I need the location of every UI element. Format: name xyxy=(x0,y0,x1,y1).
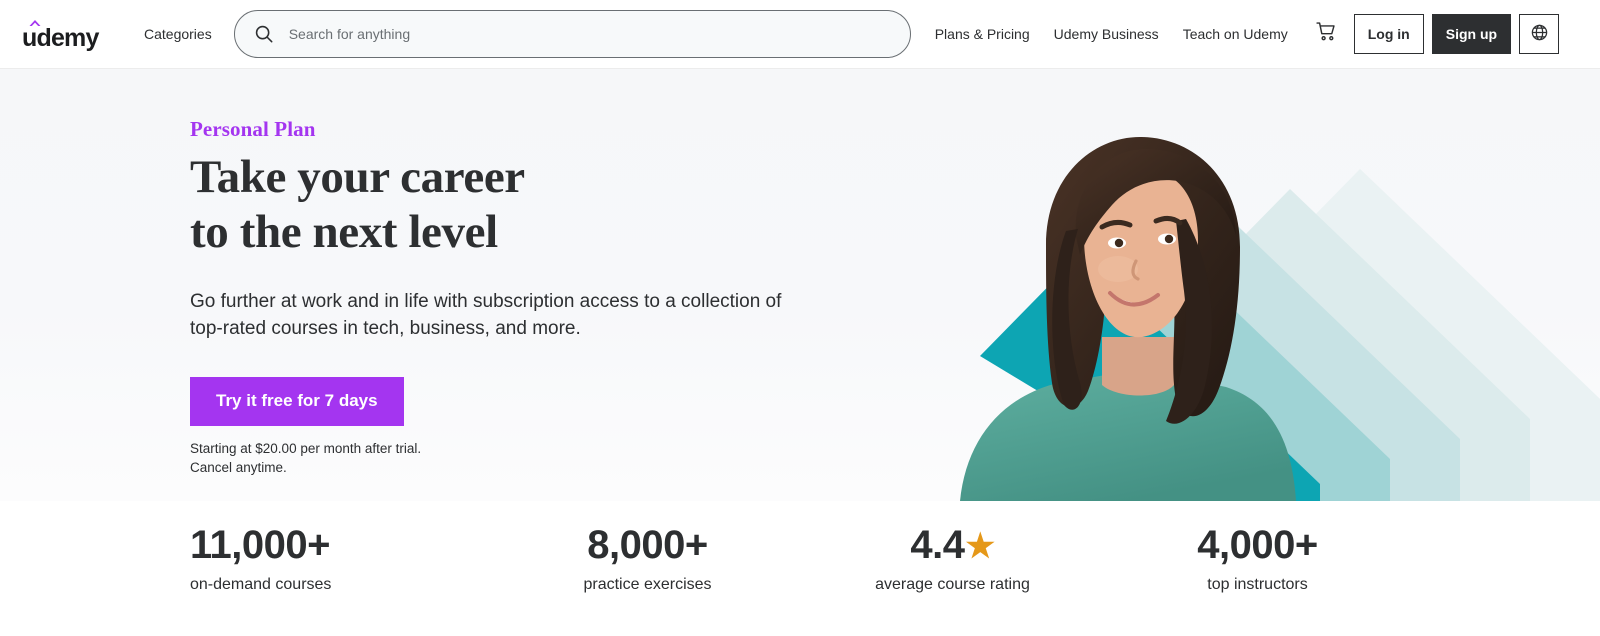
hero-illustration xyxy=(840,69,1600,501)
hero-headline-line-2: to the next level xyxy=(190,206,498,259)
stat-label: top instructors xyxy=(1207,576,1308,593)
log-in-button[interactable]: Log in xyxy=(1353,14,1424,54)
stat-value: 4,000+ xyxy=(1197,523,1318,567)
stat-label: on-demand courses xyxy=(190,576,332,593)
stat-value: 4.4 xyxy=(910,523,965,567)
udemy-logo[interactable]: udemy xyxy=(22,17,112,52)
stat-average-course-rating: 4.4 ★ average course rating xyxy=(800,523,1105,594)
hero-section: Personal Plan Take your career to the ne… xyxy=(0,69,1600,501)
language-selector-button[interactable] xyxy=(1519,14,1560,54)
stat-value-wrapper: 4.4 ★ xyxy=(910,523,996,567)
search-bar[interactable] xyxy=(233,10,911,58)
nav-udemy-business[interactable]: Udemy Business xyxy=(1042,0,1171,69)
shopping-cart-button[interactable] xyxy=(1306,10,1348,58)
search-input[interactable] xyxy=(288,26,892,42)
stat-label: average course rating xyxy=(875,576,1030,593)
site-header: udemy Categories Plans & Pricing Udemy B… xyxy=(0,0,1600,69)
stat-value: 8,000+ xyxy=(587,523,708,567)
hero-subcopy: Go further at work and in life with subs… xyxy=(190,290,782,339)
hero-fine-print: Starting at $20.00 per month after trial… xyxy=(190,439,830,478)
fine-print-line-1: Starting at $20.00 per month after trial… xyxy=(190,440,422,456)
udemy-personal-plan-page: udemy Categories Plans & Pricing Udemy B… xyxy=(0,0,1600,636)
stat-on-demand-courses: 11,000+ on-demand courses xyxy=(190,523,495,594)
shopping-cart-icon xyxy=(1315,20,1338,48)
star-icon: ★ xyxy=(965,526,996,564)
globe-icon xyxy=(1530,23,1549,45)
hero-headline-line-1: Take your career xyxy=(190,151,525,203)
search-icon xyxy=(253,23,275,45)
stat-value: 11,000+ xyxy=(190,523,331,567)
stat-top-instructors: 4,000+ top instructors xyxy=(1105,523,1410,594)
stat-practice-exercises: 8,000+ practice exercises xyxy=(495,523,800,594)
header-actions: Plans & Pricing Udemy Business Teach on … xyxy=(923,0,1560,69)
nav-teach-on-udemy[interactable]: Teach on Udemy xyxy=(1171,0,1300,69)
hero-headline: Take your career to the next level xyxy=(190,150,830,261)
hero-copy: Personal Plan Take your career to the ne… xyxy=(190,117,830,478)
nav-categories[interactable]: Categories xyxy=(132,0,224,69)
sign-up-button[interactable]: Sign up xyxy=(1431,14,1512,54)
hero-eyebrow: Personal Plan xyxy=(190,117,316,141)
try-it-free-button[interactable]: Try it free for 7 days xyxy=(190,376,404,426)
svg-text:udemy: udemy xyxy=(22,24,99,51)
nav-plans-and-pricing[interactable]: Plans & Pricing xyxy=(923,0,1042,69)
fine-print-line-2: Cancel anytime. xyxy=(190,460,287,476)
stat-label: practice exercises xyxy=(583,576,712,593)
stats-bar: 11,000+ on-demand courses 8,000+ practic… xyxy=(0,501,1600,636)
